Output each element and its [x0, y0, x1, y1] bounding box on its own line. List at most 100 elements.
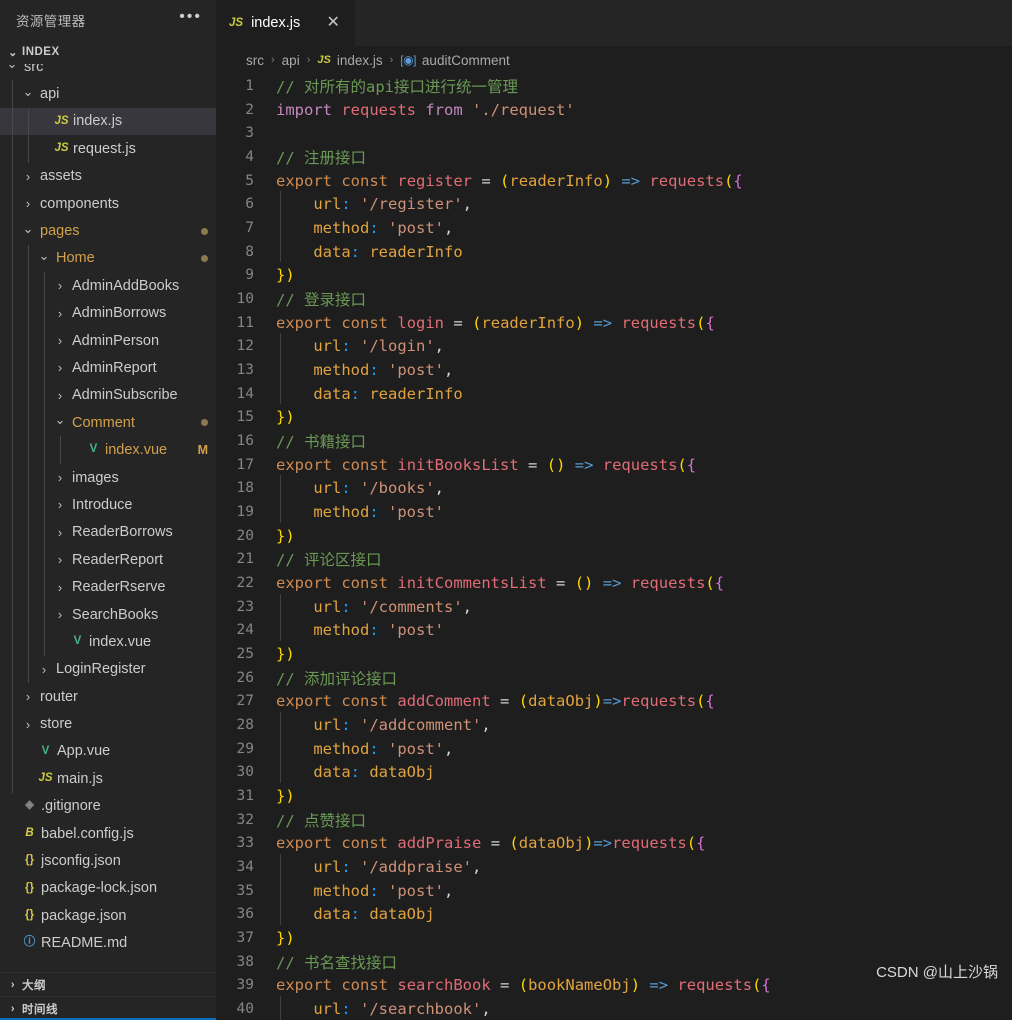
code-line-content[interactable]: export const initBooksList = () => reque…: [276, 456, 1012, 474]
tree-item-images[interactable]: › images: [0, 463, 216, 492]
code-line-content[interactable]: export const register = (readerInfo) => …: [276, 172, 1012, 190]
tree-item-app-vue[interactable]: V App.vue: [0, 737, 216, 766]
tree-item-readerrserve[interactable]: › ReaderRserve: [0, 573, 216, 601]
tree-item-label: AdminSubscribe: [72, 387, 178, 404]
line-number: 2: [245, 101, 254, 118]
code-line-content[interactable]: url: '/comments',: [276, 593, 1012, 618]
code-line-content[interactable]: }): [276, 266, 1012, 284]
code-line-content[interactable]: // 评论区接口: [276, 548, 1012, 570]
tree-item-label: Introduce: [72, 496, 133, 513]
section-header-outline[interactable]: › 大纲: [0, 972, 216, 996]
tree-item-package-json[interactable]: {} package.json: [0, 902, 216, 929]
tree-item-label: index.vue: [105, 442, 168, 459]
code-line-content[interactable]: export const addComment = (dataObj)=>req…: [276, 692, 1012, 710]
tree-item-api[interactable]: ⌄ api: [0, 80, 216, 108]
code-line-content[interactable]: method: 'post',: [276, 877, 1012, 902]
line-number: 23: [236, 598, 254, 615]
indent-guide: [28, 107, 29, 136]
code-line-content[interactable]: method: 'post',: [276, 214, 1012, 239]
tree-item-readerborrows[interactable]: › ReaderBorrows: [0, 518, 216, 547]
tree-item-loginregister[interactable]: › LoginRegister: [0, 655, 216, 683]
code-line-content[interactable]: url: '/register',: [276, 191, 1012, 215]
tree-item-main-js[interactable]: JS main.js: [0, 765, 216, 793]
code-line-content[interactable]: // 登录接口: [276, 288, 1012, 310]
code-line-content[interactable]: export const searchBook = (bookNameObj) …: [276, 976, 1012, 994]
code-line-content[interactable]: // 点赞接口: [276, 809, 1012, 831]
tree-item-index-js[interactable]: JS index.js: [0, 107, 216, 136]
tree-item-readme-md[interactable]: ⓘ README.md: [0, 930, 216, 957]
code-line-content[interactable]: data: dataObj: [276, 901, 1012, 926]
code-line-content[interactable]: }): [276, 929, 1012, 947]
code-line-content[interactable]: method: 'post': [276, 498, 1012, 523]
code-line-content[interactable]: url: '/login',: [276, 333, 1012, 357]
tree-item-home[interactable]: ⌄ Home: [0, 244, 216, 273]
code-line-content[interactable]: // 注册接口: [276, 146, 1012, 168]
file-tree-scroll-region[interactable]: ⌄ src ⌄ api JS index.js JS request.js › assets › co…: [0, 64, 216, 972]
code-line: 14 data: readerInfo: [216, 380, 1012, 406]
tree-item-router[interactable]: › router: [0, 682, 216, 711]
code-line-content[interactable]: }): [276, 527, 1012, 545]
tree-item-jsconfig-json[interactable]: {} jsconfig.json: [0, 847, 216, 874]
section-header-index[interactable]: ⌄ INDEX: [0, 40, 216, 64]
tree-item-components[interactable]: › components: [0, 189, 216, 218]
breadcrumb-segment[interactable]: index.js: [337, 53, 383, 68]
code-line-content[interactable]: }): [276, 408, 1012, 426]
breadcrumb-segment[interactable]: src: [246, 53, 264, 68]
tree-item-gitignore[interactable]: ◈ .gitignore: [0, 793, 216, 820]
tree-item-comment[interactable]: ⌄ Comment: [0, 409, 216, 437]
tree-item-babel-config-js[interactable]: Bbabel.config.js: [0, 820, 216, 847]
tree-item-assets[interactable]: › assets: [0, 162, 216, 190]
code-line-content[interactable]: url: '/addpraise',: [276, 854, 1012, 878]
tree-item-adminperson[interactable]: › AdminPerson: [0, 326, 216, 355]
breadcrumb-segment[interactable]: api: [282, 53, 300, 68]
indent-guide: [12, 409, 13, 437]
code-line-content[interactable]: url: '/books',: [276, 475, 1012, 499]
code-line-content[interactable]: // 书名查找接口: [276, 951, 1012, 973]
code-line-content[interactable]: data: readerInfo: [276, 238, 1012, 263]
code-line-content[interactable]: url: '/searchbook',: [276, 996, 1012, 1020]
code-line-content[interactable]: export const initCommentsList = () => re…: [276, 574, 1012, 592]
indent-guide: [280, 617, 281, 641]
tree-item-adminaddbooks[interactable]: › AdminAddBooks: [0, 272, 216, 300]
code-line-content[interactable]: }): [276, 645, 1012, 663]
code-line-content[interactable]: export const login = (readerInfo) => req…: [276, 314, 1012, 332]
section-header-timeline[interactable]: › 时间线: [0, 996, 216, 1020]
tree-item-pages[interactable]: ⌄ pages: [0, 217, 216, 245]
code-line-content[interactable]: method: 'post',: [276, 356, 1012, 381]
line-number: 37: [236, 930, 254, 947]
code-line-content[interactable]: // 对所有的api接口进行统一管理: [276, 75, 1012, 97]
code-line-content[interactable]: }): [276, 787, 1012, 805]
tree-item-index-vue[interactable]: Vindex.vue M: [0, 436, 216, 464]
code-line-content[interactable]: method: 'post': [276, 617, 1012, 641]
indent-guide: [44, 546, 45, 574]
tab-index-js[interactable]: JS index.js ✕: [216, 0, 357, 46]
tree-item-index-vue[interactable]: Vindex.vue: [0, 628, 216, 656]
tree-item-adminsubscribe[interactable]: › AdminSubscribe: [0, 381, 216, 410]
code-line-content[interactable]: // 添加评论接口: [276, 667, 1012, 689]
chevron-right-icon: ›: [57, 305, 63, 321]
code-line-content[interactable]: import requests from './request': [276, 101, 1012, 119]
code-line-content[interactable]: data: readerInfo: [276, 380, 1012, 405]
close-icon[interactable]: ✕: [324, 15, 342, 31]
indent-guide: [12, 244, 13, 273]
code-line-content[interactable]: export const addPraise = (dataObj)=>requ…: [276, 834, 1012, 852]
code-line-content[interactable]: // 书籍接口: [276, 430, 1012, 452]
indent-guide: [44, 326, 45, 355]
tree-item-introduce[interactable]: › Introduce: [0, 491, 216, 519]
code-line-content[interactable]: method: 'post',: [276, 735, 1012, 760]
code-line: 32 // 点赞接口: [216, 808, 1012, 832]
more-actions-icon[interactable]: •••: [179, 9, 202, 27]
tree-item-package-lock-json[interactable]: {} package-lock.json: [0, 875, 216, 902]
tree-item-store[interactable]: › store: [0, 710, 216, 738]
breadcrumb-segment[interactable]: auditComment: [422, 53, 510, 68]
tree-item-adminreport[interactable]: › AdminReport: [0, 354, 216, 382]
code-line: 40 url: '/searchbook',: [216, 996, 1012, 1020]
code-line-content[interactable]: data: dataObj: [276, 759, 1012, 783]
tree-item-src[interactable]: ⌄ src: [0, 64, 216, 80]
tree-item-adminborrows[interactable]: › AdminBorrows: [0, 299, 216, 327]
tree-item-request-js[interactable]: JS request.js: [0, 135, 216, 163]
code-editor[interactable]: 1 // 对所有的api接口进行统一管理 2 import requests from…: [216, 74, 1012, 1020]
tree-item-searchbooks[interactable]: › SearchBooks: [0, 600, 216, 629]
code-line-content[interactable]: url: '/addcomment',: [276, 711, 1012, 736]
tree-item-readerreport[interactable]: › ReaderReport: [0, 546, 216, 574]
